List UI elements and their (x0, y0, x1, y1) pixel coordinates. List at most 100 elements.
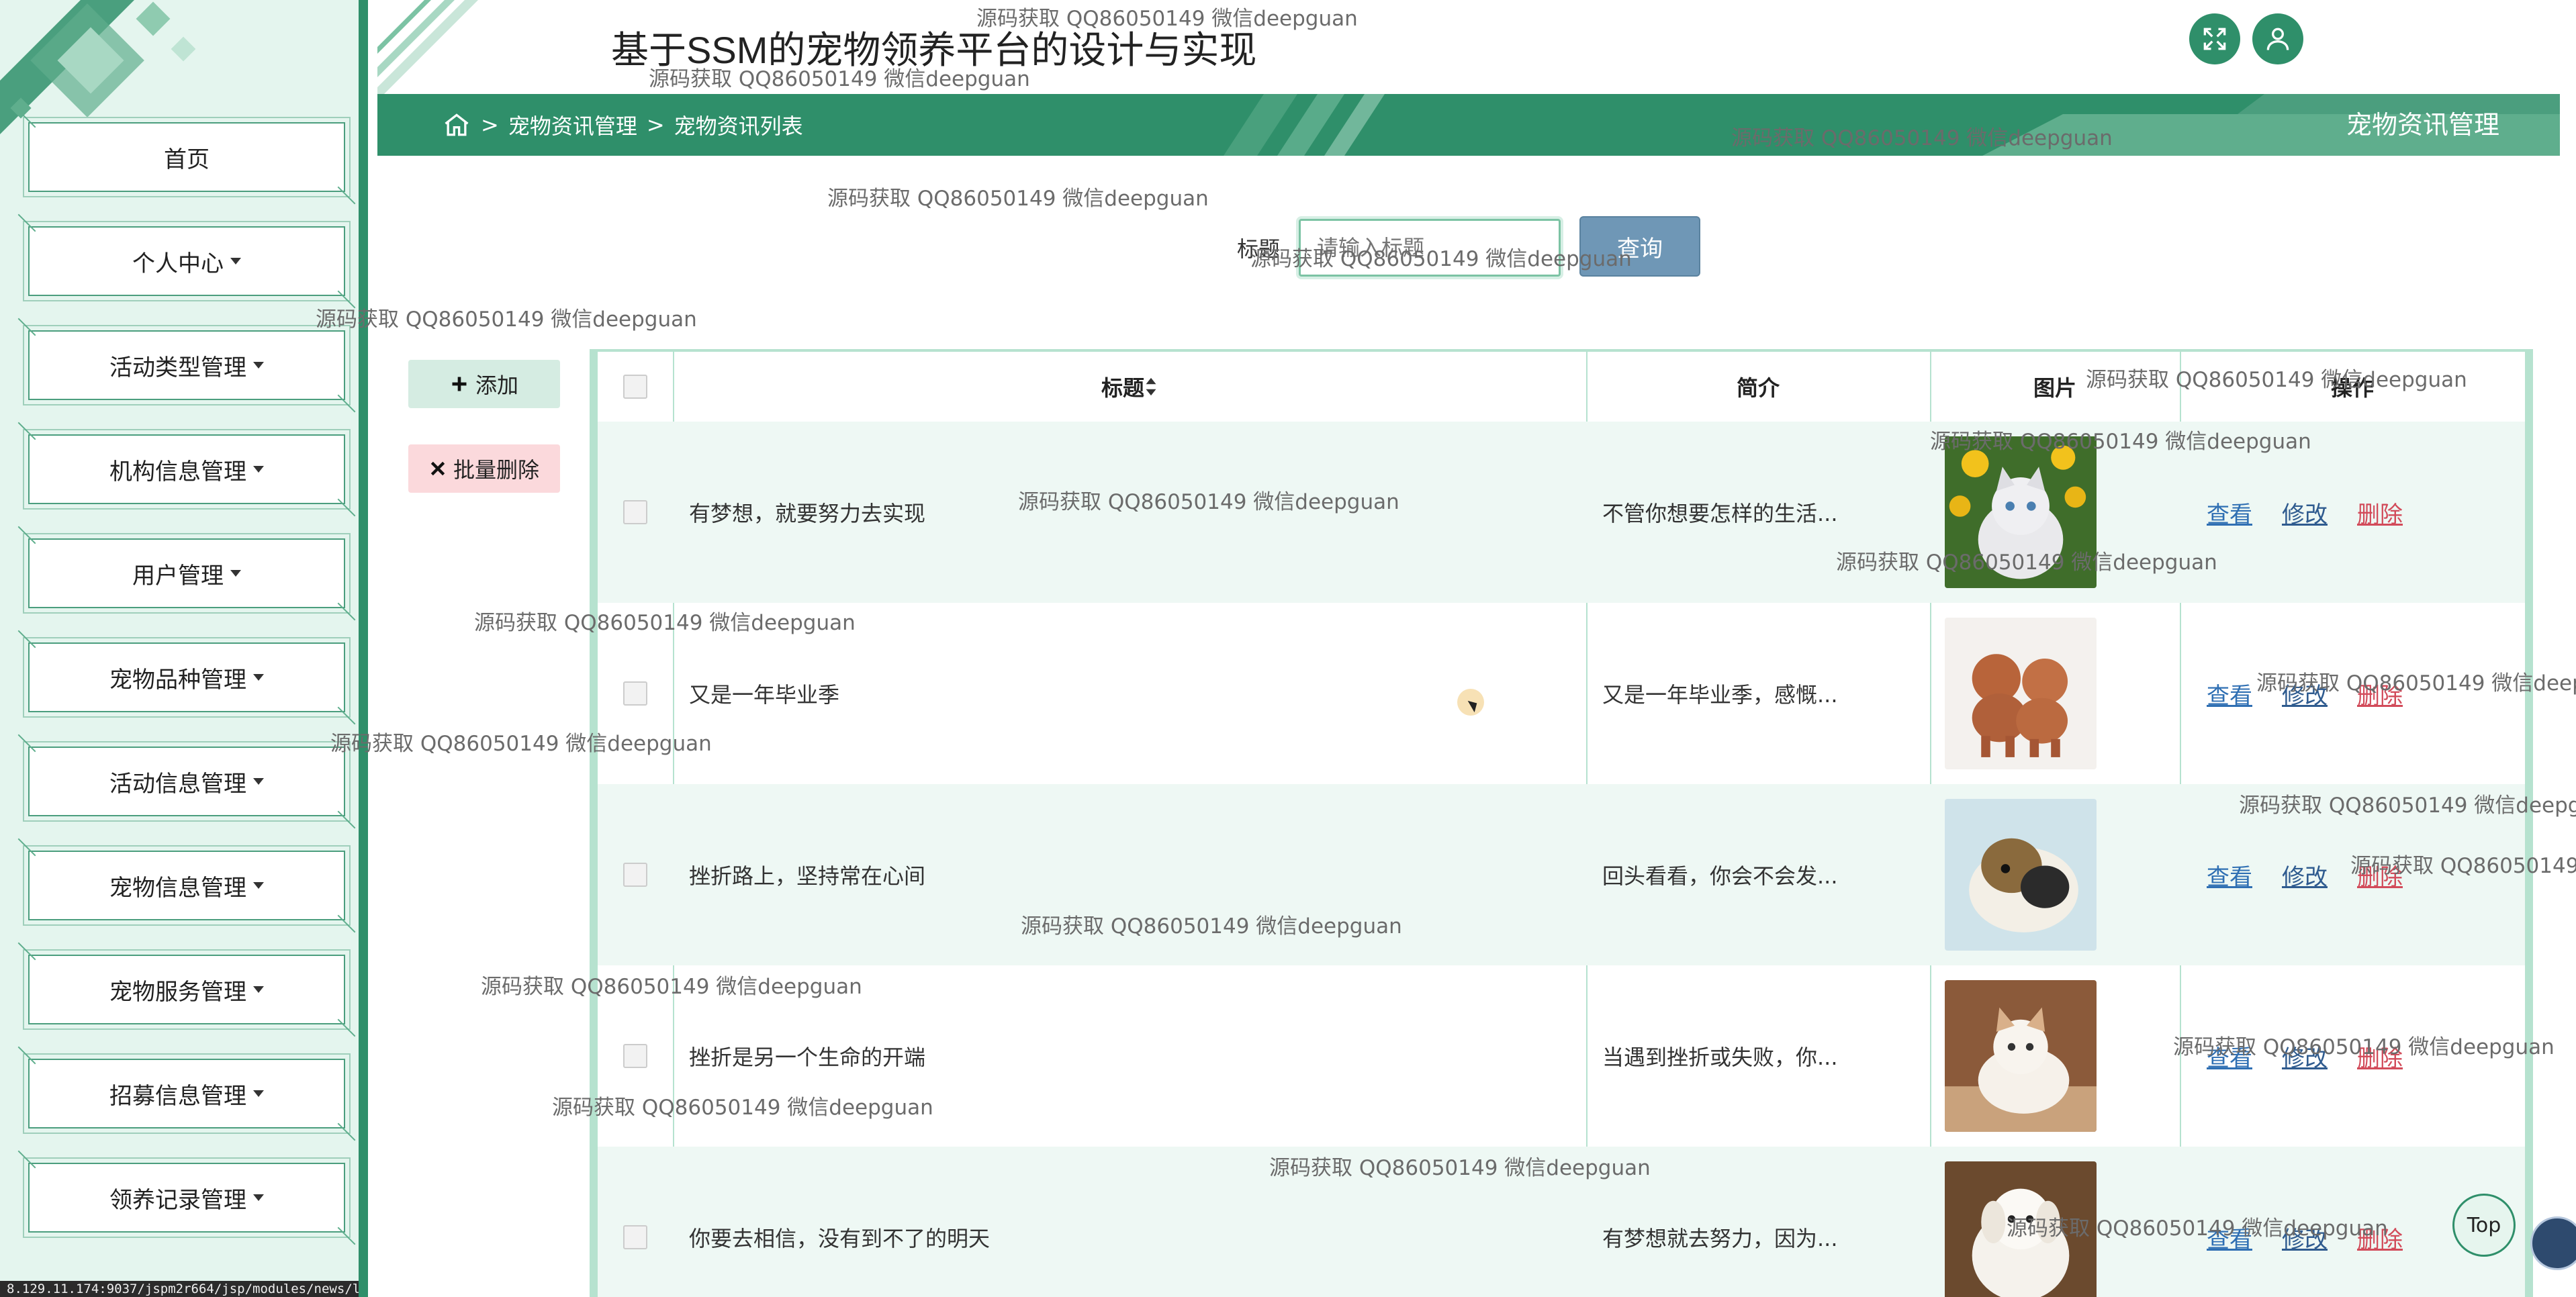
header-image: 图片 (2033, 375, 2076, 401)
edit-link[interactable]: 修改 (2282, 496, 2328, 529)
header-title[interactable]: 标题 (673, 352, 1586, 422)
sidebar-item-pet-service[interactable]: 宠物服务管理 (28, 955, 345, 1024)
edit-link[interactable]: 修改 (2282, 859, 2328, 892)
sidebar-decoration (0, 0, 359, 134)
delete-link[interactable]: 删除 (2357, 496, 2403, 529)
view-link[interactable]: 查看 (2207, 677, 2252, 710)
edit-link[interactable]: 修改 (2282, 677, 2328, 710)
sidebar-item-label: 领养记录管理 (109, 1186, 246, 1214)
home-icon[interactable] (442, 110, 471, 140)
sidebar-item-label: 招募信息管理 (109, 1082, 246, 1110)
row-image-cell (1930, 1147, 2180, 1297)
delete-link[interactable]: 删除 (2357, 859, 2403, 892)
row-checkbox[interactable] (623, 863, 647, 887)
band-stripes (1224, 94, 1385, 156)
row-checkbox-cell (598, 422, 673, 603)
back-to-top-button[interactable]: Top (2452, 1194, 2516, 1257)
sidebar-item-label: 宠物服务管理 (109, 978, 246, 1006)
sort-icon[interactable] (1144, 377, 1158, 397)
breadcrumb-level1[interactable]: 宠物资讯管理 (508, 109, 637, 140)
table-row: 又是一年毕业季 又是一年毕业季，感慨... 查看 修改 删除 (598, 603, 2525, 784)
sidebar-item-label: 用户管理 (132, 562, 224, 589)
fullscreen-icon (2203, 28, 2226, 50)
row-image-cell (1930, 422, 2180, 603)
sidebar-item-pet-info[interactable]: 宠物信息管理 (28, 851, 345, 920)
row-intro: 当遇到挫折或失败，你... (1602, 1045, 1838, 1070)
breadcrumb-level2: 宠物资讯列表 (674, 113, 803, 139)
sidebar-item-home[interactable]: 首页 (28, 122, 345, 192)
news-table: 标题 简介 图片 操作 有梦想，就要努力去实现 不管你想要怎样的生活... 查看… (590, 349, 2533, 1297)
breadcrumb-separator: > (646, 112, 665, 138)
sidebar-item-label: 个人中心 (132, 250, 224, 277)
add-button[interactable]: 添加 (408, 360, 560, 408)
breadcrumb-separator: > (481, 112, 499, 138)
caret-down-icon (253, 882, 264, 889)
edit-link[interactable]: 修改 (2282, 1040, 2328, 1073)
row-checkbox[interactable] (623, 1225, 647, 1249)
view-link[interactable]: 查看 (2207, 496, 2252, 529)
sidebar-item-label: 活动类型管理 (109, 354, 246, 381)
table-row: 挫折是另一个生命的开端 当遇到挫折或失败，你... 查看 修改 删除 (598, 965, 2525, 1147)
header-ops: 操作 (2330, 375, 2374, 401)
header-decoration (377, 0, 478, 94)
batch-delete-button[interactable]: 批量删除 (408, 444, 560, 493)
search-input[interactable] (1299, 219, 1561, 277)
table-header: 标题 简介 图片 操作 (598, 352, 2525, 422)
sidebar-item-org-info[interactable]: 机构信息管理 (28, 434, 345, 504)
select-all-checkbox[interactable] (623, 375, 647, 399)
search-button[interactable]: 查询 (1579, 216, 1700, 277)
avatar[interactable] (2530, 1216, 2576, 1270)
row-title: 又是一年毕业季 (689, 682, 840, 708)
row-checkbox[interactable] (623, 500, 647, 524)
caret-down-icon (253, 1090, 264, 1097)
sidebar-item-label: 宠物品种管理 (109, 666, 246, 693)
fullscreen-button[interactable] (2189, 13, 2240, 64)
view-link[interactable]: 查看 (2207, 859, 2252, 892)
table-row: 你要去相信，没有到不了的明天 有梦想就去努力，因为... 查看 修改 删除 (598, 1147, 2525, 1297)
sidebar-item-activity-info[interactable]: 活动信息管理 (28, 747, 345, 816)
user-button[interactable] (2252, 13, 2303, 64)
edit-link[interactable]: 修改 (2282, 1221, 2328, 1254)
row-intro: 回头看看，你会不会发... (1602, 863, 1838, 889)
view-link[interactable]: 查看 (2207, 1040, 2252, 1073)
delete-link[interactable]: 删除 (2357, 677, 2403, 710)
search-label: 标题 (1237, 236, 1281, 262)
header-title-label: 标题 (1101, 375, 1144, 401)
caret-down-icon (230, 258, 241, 265)
sidebar: 首页 个人中心 活动类型管理 机构信息管理 用户管理 宠物品种管理 活动信息管理… (0, 0, 368, 1297)
row-title: 挫折是另一个生命的开端 (689, 1045, 926, 1070)
row-image-cell (1930, 603, 2180, 784)
table-row: 有梦想，就要努力去实现 不管你想要怎样的生活... 查看 修改 删除 (598, 422, 2525, 603)
delete-link[interactable]: 删除 (2357, 1040, 2403, 1073)
view-link[interactable]: 查看 (2207, 1221, 2252, 1254)
row-checkbox-cell (598, 784, 673, 965)
row-checkbox[interactable] (623, 681, 647, 706)
caret-down-icon (253, 674, 264, 681)
row-ops: 查看 修改 删除 (2180, 603, 2525, 784)
close-icon (430, 461, 445, 476)
row-checkbox-cell (598, 1147, 673, 1297)
row-checkbox[interactable] (623, 1044, 647, 1068)
sidebar-item-label: 宠物信息管理 (109, 874, 246, 902)
row-title: 挫折路上，坚持常在心间 (689, 863, 926, 889)
row-intro: 又是一年毕业季，感慨... (1602, 682, 1838, 708)
status-url: 8.129.11.174:9037/jspm2r664/jsp/modules/… (0, 1281, 359, 1297)
row-intro: 有梦想就去努力，因为... (1602, 1226, 1838, 1251)
row-ops: 查看 修改 删除 (2180, 784, 2525, 965)
sidebar-item-pet-breed[interactable]: 宠物品种管理 (28, 642, 345, 712)
breadcrumb-band: > 宠物资讯管理 > 宠物资讯列表 宠物资讯管理 (377, 94, 2560, 156)
delete-link[interactable]: 删除 (2357, 1221, 2403, 1254)
row-checkbox-cell (598, 603, 673, 784)
sidebar-item-activity-type[interactable]: 活动类型管理 (28, 330, 345, 400)
caret-down-icon (253, 362, 264, 369)
sidebar-item-label: 活动信息管理 (109, 770, 246, 798)
user-icon (2266, 28, 2289, 50)
watermark: 源码获取 QQ86050149 微信deepguan (316, 307, 697, 332)
sidebar-item-adoption[interactable]: 领养记录管理 (28, 1163, 345, 1233)
table-row: 挫折路上，坚持常在心间 回头看看，你会不会发... 查看 修改 删除 (598, 784, 2525, 965)
sidebar-item-users[interactable]: 用户管理 (28, 538, 345, 608)
row-image-cell (1930, 965, 2180, 1147)
batch-delete-label: 批量删除 (453, 457, 539, 483)
sidebar-item-personal-center[interactable]: 个人中心 (28, 226, 345, 296)
sidebar-item-recruit[interactable]: 招募信息管理 (28, 1059, 345, 1128)
